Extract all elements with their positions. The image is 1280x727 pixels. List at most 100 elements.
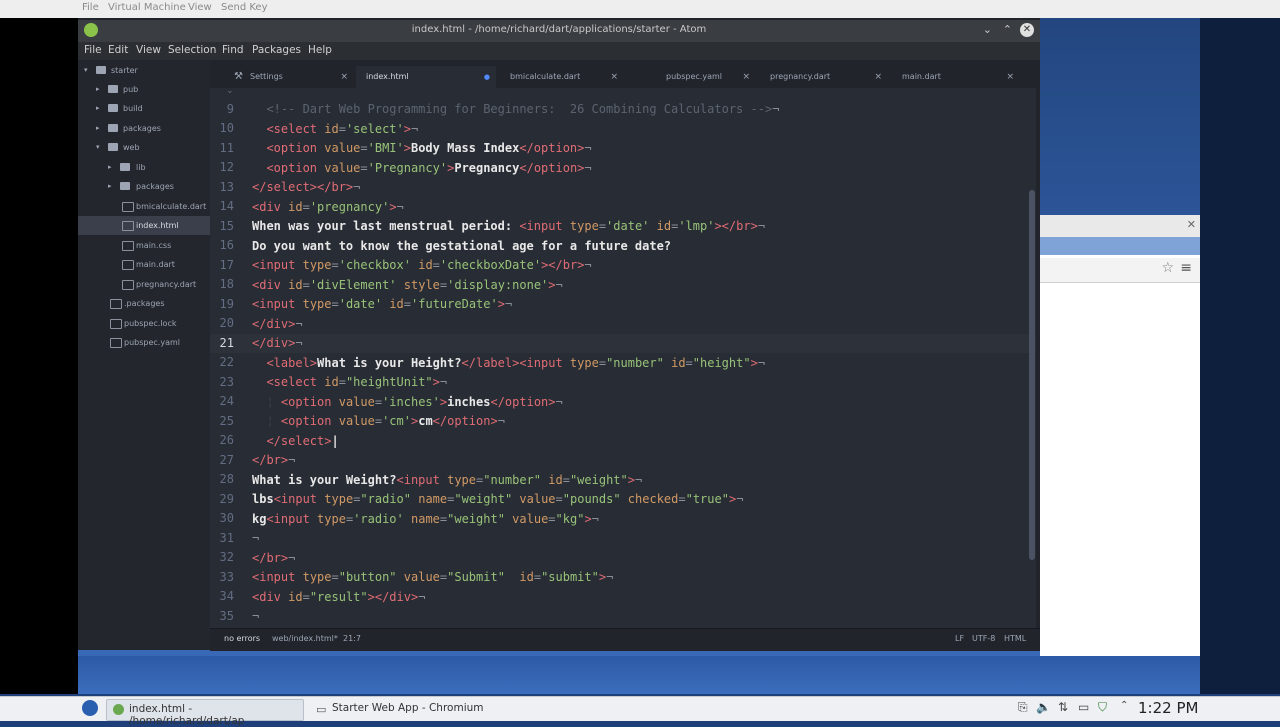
code-line[interactable]: </div>¬ bbox=[252, 317, 303, 331]
shield-icon[interactable]: ⛉ bbox=[1098, 700, 1107, 715]
code-line[interactable]: <select id='select'>¬ bbox=[252, 122, 418, 136]
code-line[interactable]: What is your Weight?<input type = "number"… bbox=[252, 473, 642, 487]
menu-find[interactable]: Find bbox=[222, 44, 244, 56]
code-line[interactable]: ¬ bbox=[252, 609, 259, 623]
chromium-titlebar[interactable]: ✕ bbox=[1040, 215, 1200, 238]
code-line[interactable]: <!-- Dart Web Programming for Beginners:… bbox=[252, 102, 779, 116]
code-line[interactable]: <input type="button" value="Submit" id="… bbox=[252, 570, 613, 584]
code-token: 'pregnancy' bbox=[309, 199, 390, 214]
display-icon[interactable]: ▭ bbox=[1078, 700, 1089, 714]
code-token: ¬ bbox=[555, 394, 563, 409]
taskbar-task-atom[interactable]: index.html - /home/richard/dart/ap bbox=[106, 699, 304, 727]
close-icon[interactable]: × bbox=[340, 66, 348, 88]
tree-item-lib[interactable]: ▸ lib bbox=[78, 158, 210, 177]
tree-item-main-css[interactable]: main.css bbox=[78, 236, 210, 255]
code-line[interactable]: ¬ bbox=[252, 531, 259, 545]
code-token: ¬ bbox=[591, 511, 599, 526]
fold-icon[interactable]: ⌄ bbox=[226, 86, 234, 96]
clipboard-icon[interactable]: ⎘ bbox=[1018, 700, 1028, 715]
folder-icon bbox=[120, 163, 130, 171]
tree-root[interactable]: ▾ starter bbox=[78, 61, 210, 80]
menu-edit[interactable]: Edit bbox=[108, 44, 128, 56]
tree-item-packages[interactable]: ▸ packages bbox=[78, 119, 210, 138]
code-line[interactable]: </div>¬ bbox=[252, 336, 303, 350]
tab-pregnancy-dart[interactable]: pregnancy.dart × bbox=[760, 66, 888, 88]
code-line[interactable]: <option value='Pregnancy'>Pregnancy</opt… bbox=[252, 161, 591, 175]
lint-status[interactable]: no errors bbox=[224, 634, 260, 643]
chevron-up-icon[interactable]: ⌃ bbox=[1120, 700, 1128, 711]
code-line[interactable]: Do you want to know the gestational age … bbox=[252, 239, 671, 253]
code-token: ¬ bbox=[555, 277, 563, 292]
atom-titlebar[interactable]: index.html - /home/richard/dart/applicat… bbox=[78, 20, 1040, 43]
maximize-icon[interactable]: ⌃ bbox=[1003, 23, 1012, 36]
tree-item-web-packages[interactable]: ▸ packages bbox=[78, 177, 210, 196]
code-line[interactable]: ¦ <option value='inches'>inches</option>… bbox=[252, 394, 563, 409]
menu-view[interactable]: View bbox=[136, 44, 161, 56]
vm-menu-file[interactable]: File bbox=[82, 2, 99, 13]
code-line[interactable]: <select id="heightUnit">¬ bbox=[252, 375, 447, 389]
close-icon[interactable]: × bbox=[1006, 66, 1014, 88]
tab-settings[interactable]: ⚒ Settings × bbox=[226, 66, 354, 88]
tree-item-web[interactable]: ▾ web bbox=[78, 138, 210, 157]
network-icon[interactable]: ⇅ bbox=[1058, 700, 1068, 714]
menu-help[interactable]: Help bbox=[308, 44, 332, 56]
tree-item-pubspec-lock[interactable]: pubspec.lock bbox=[78, 314, 210, 333]
close-icon[interactable]: ✕ bbox=[1187, 218, 1196, 231]
minimize-icon[interactable]: ⌄ bbox=[983, 23, 992, 36]
code-token: "weight" bbox=[569, 472, 628, 487]
start-menu-icon[interactable] bbox=[82, 700, 98, 716]
code-line[interactable]: lbs<input type = "radio" name = "weight" val… bbox=[252, 492, 743, 506]
tree-item-pregnancy-dart[interactable]: pregnancy.dart bbox=[78, 275, 210, 294]
close-icon[interactable]: ✕ bbox=[1020, 23, 1034, 37]
tab-bar: ⚒ Settings × index.html ● bmicalculate.d… bbox=[210, 60, 1040, 88]
volume-icon[interactable]: 🔈 bbox=[1036, 700, 1051, 714]
code-line[interactable]: <input type='date' id='futureDate'>¬ bbox=[252, 297, 512, 311]
line-number: 10 bbox=[219, 121, 234, 135]
tab-bmicalculate[interactable]: bmicalculate.dart × bbox=[500, 66, 624, 88]
vm-menu-send-key[interactable]: Send Key bbox=[221, 2, 268, 13]
tree-item-bmicalculate[interactable]: bmicalculate.dart bbox=[78, 197, 210, 216]
code-line[interactable]: <div id='divElement' style='display:none… bbox=[252, 278, 563, 292]
code-line[interactable]: <option value='BMI'>Body Mass Index</opt… bbox=[252, 141, 591, 155]
code-line[interactable]: <input type='checkbox' id='checkboxDate'… bbox=[252, 258, 592, 272]
tab-pubspec-yaml[interactable]: pubspec.yaml × bbox=[628, 66, 756, 88]
close-icon[interactable]: × bbox=[610, 66, 618, 88]
tree-item-index-html[interactable]: index.html bbox=[78, 216, 210, 235]
code-line[interactable]: </br>¬ bbox=[252, 551, 295, 565]
clock[interactable]: 1:22 PM bbox=[1138, 699, 1198, 717]
tab-index-html[interactable]: index.html ● bbox=[356, 66, 496, 88]
code-line[interactable]: <label>What is your Height?</label><inpu… bbox=[252, 356, 765, 370]
code-line[interactable]: <div id="result"></div>¬ bbox=[252, 590, 425, 604]
cursor-position[interactable]: 21:7 bbox=[343, 634, 361, 643]
line-ending[interactable]: LF bbox=[955, 634, 964, 643]
code-line[interactable]: kg<input type='radio' name="weight" valu… bbox=[252, 512, 599, 526]
code-line[interactable]: ¦ <option value='cm'>cm</option>¬ bbox=[252, 414, 505, 428]
code-line[interactable]: When was your last menstrual period: <in… bbox=[252, 219, 765, 233]
vm-menu-virtual-machine[interactable]: Virtual Machine bbox=[108, 2, 186, 13]
tree-item-dot-packages[interactable]: .packages bbox=[78, 294, 210, 313]
file-path[interactable]: web/index.html* bbox=[272, 634, 338, 643]
menu-selection[interactable]: Selection bbox=[168, 44, 216, 56]
file-encoding[interactable]: UTF-8 bbox=[972, 634, 995, 643]
menu-packages[interactable]: Packages bbox=[252, 44, 301, 56]
star-icon[interactable]: ☆ bbox=[1161, 260, 1174, 276]
menu-icon[interactable]: ≡ bbox=[1180, 260, 1192, 276]
menu-file[interactable]: File bbox=[84, 44, 102, 56]
tab-main-dart[interactable]: main.dart × bbox=[892, 66, 1020, 88]
close-icon[interactable]: × bbox=[874, 66, 882, 88]
tree-item-build[interactable]: ▸ build bbox=[78, 99, 210, 118]
modified-dot-icon[interactable]: ● bbox=[484, 66, 490, 88]
editor-scrollbar[interactable] bbox=[1029, 190, 1035, 560]
code-line[interactable]: </select></br>¬ bbox=[252, 180, 360, 194]
code-line[interactable]: </br>¬ bbox=[252, 453, 295, 467]
code-line[interactable]: </select>| bbox=[252, 434, 338, 448]
tree-item-pub[interactable]: ▸ pub bbox=[78, 80, 210, 99]
tree-item-pubspec-yaml[interactable]: pubspec.yaml bbox=[78, 333, 210, 352]
vm-menu-view[interactable]: View bbox=[188, 2, 212, 13]
code-line[interactable]: <div id='pregnancy'>¬ bbox=[252, 200, 404, 214]
tree-item-main-dart[interactable]: main.dart bbox=[78, 255, 210, 274]
taskbar-task-chromium[interactable]: ▭ Starter Web App - Chromium bbox=[310, 699, 490, 719]
close-icon[interactable]: × bbox=[742, 66, 750, 88]
grammar-selector[interactable]: HTML bbox=[1004, 634, 1026, 643]
